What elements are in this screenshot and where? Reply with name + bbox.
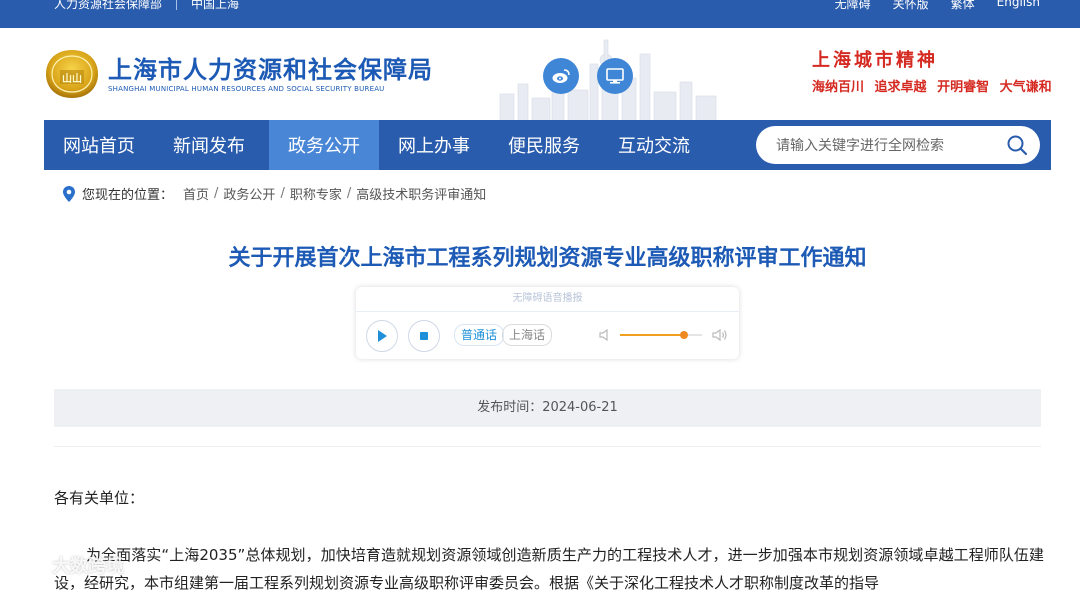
org-name-cn[interactable]: 上海市人力资源和社会保障局 [108,50,433,85]
link-accessibility[interactable]: 无障碍 [835,0,871,12]
lang-mandarin-option[interactable]: 普通话 [454,324,505,346]
nav-item-government-affairs[interactable]: 政务公开 [269,120,379,170]
mobile-site-button[interactable] [597,58,633,94]
spirit-phrase: 开明睿智 [937,80,990,95]
breadcrumb-current[interactable]: 高级技术职务评审通知 [356,184,486,203]
link-china-shanghai[interactable]: 中国上海 [191,0,239,12]
volume-low-icon[interactable] [598,328,612,342]
nav-item-news[interactable]: 新闻发布 [154,120,264,170]
publish-time: 发布时间：2024-06-21 [54,389,1041,427]
nav-item-public-services[interactable]: 便民服务 [489,120,599,170]
spirit-phrase: 追求卓越 [874,80,927,95]
breadcrumb-label: 您现在的位置： [82,188,174,203]
breadcrumb-government-affairs[interactable]: 政务公开 [223,184,275,203]
watermark-logo-icon [10,558,48,574]
city-spirit-phrases: 海纳百川 追求卓越 开明睿智 大气谦和 [812,76,1058,95]
top-utility-bar: 人力资源社会保障部 中国上海 无障碍 关怀版 繁体 English [0,0,1080,28]
divider [176,0,178,10]
player-header: 无障碍语音播报 [356,287,739,312]
main-nav: 网站首页 新闻发布 政务公开 网上办事 便民服务 互动交流 [44,120,1051,170]
monitor-icon [606,68,624,84]
location-pin-icon [63,185,75,202]
stop-button[interactable] [408,320,440,352]
audio-player: 无障碍语音播报 普通话 上海话 [356,287,739,359]
link-traditional-chinese[interactable]: 繁体 [951,0,975,12]
search-input[interactable] [774,126,998,166]
article-title: 关于开展首次上海市工程系列规划资源专业高级职称评审工作通知 [228,246,867,271]
play-button[interactable] [366,320,398,352]
volume-slider[interactable] [620,331,702,339]
divider [54,446,1041,447]
link-care-version[interactable]: 关怀版 [893,0,929,12]
link-mohrss[interactable]: 人力资源社会保障部 [54,0,162,12]
watermark-text: 大数跨境 [52,556,124,577]
breadcrumb-titles-experts[interactable]: 职称专家 [290,184,342,203]
bureau-emblem-icon[interactable]: 山山 [44,48,100,100]
topbar-left-links: 人力资源社会保障部 中国上海 [54,0,239,12]
city-spirit-title: 上海城市精神 [812,50,938,71]
watermark: 大数跨境 [8,552,124,578]
weibo-button[interactable] [543,58,579,94]
play-icon [378,330,387,342]
article-salutation: 各有关单位： [54,489,145,507]
spirit-phrase: 大气谦和 [999,80,1052,95]
breadcrumb-separator: / [280,186,285,201]
lang-shanghainese-option[interactable]: 上海话 [502,324,553,346]
breadcrumb-separator: / [214,186,219,201]
nav-item-online-services[interactable]: 网上办事 [379,120,489,170]
nav-item-interaction[interactable]: 互动交流 [599,120,709,170]
volume-fill [620,334,684,336]
search-icon[interactable] [1006,134,1028,156]
emblem-text: 山山 [62,72,82,85]
stop-icon [420,332,428,340]
breadcrumb: 您现在的位置： 首页 / 政务公开 / 职称专家 / 高级技术职务评审通知 [62,184,486,203]
weibo-icon [552,69,570,83]
breadcrumb-separator: / [346,186,352,201]
spirit-phrase: 海纳百川 [812,80,865,95]
org-name-en: SHANGHAI MUNICIPAL HUMAN RESOURCES AND S… [108,85,385,93]
volume-knob[interactable] [679,331,688,339]
article-paragraph: 为全面落实“上海2035”总体规划，加快培育造就规划资源领域创造新质生产力的工程… [54,546,1044,592]
site-search [756,126,1040,166]
breadcrumb-home[interactable]: 首页 [183,184,209,203]
link-english[interactable]: English [997,0,1040,12]
topbar-right-links: 无障碍 关怀版 繁体 English [835,0,1040,12]
volume-high-icon[interactable] [711,327,729,343]
site-header: 山山 上海市人力资源和社会保障局 SHANGHAI MUNICIPAL HUMA… [0,28,1080,120]
nav-item-home[interactable]: 网站首页 [44,120,154,170]
